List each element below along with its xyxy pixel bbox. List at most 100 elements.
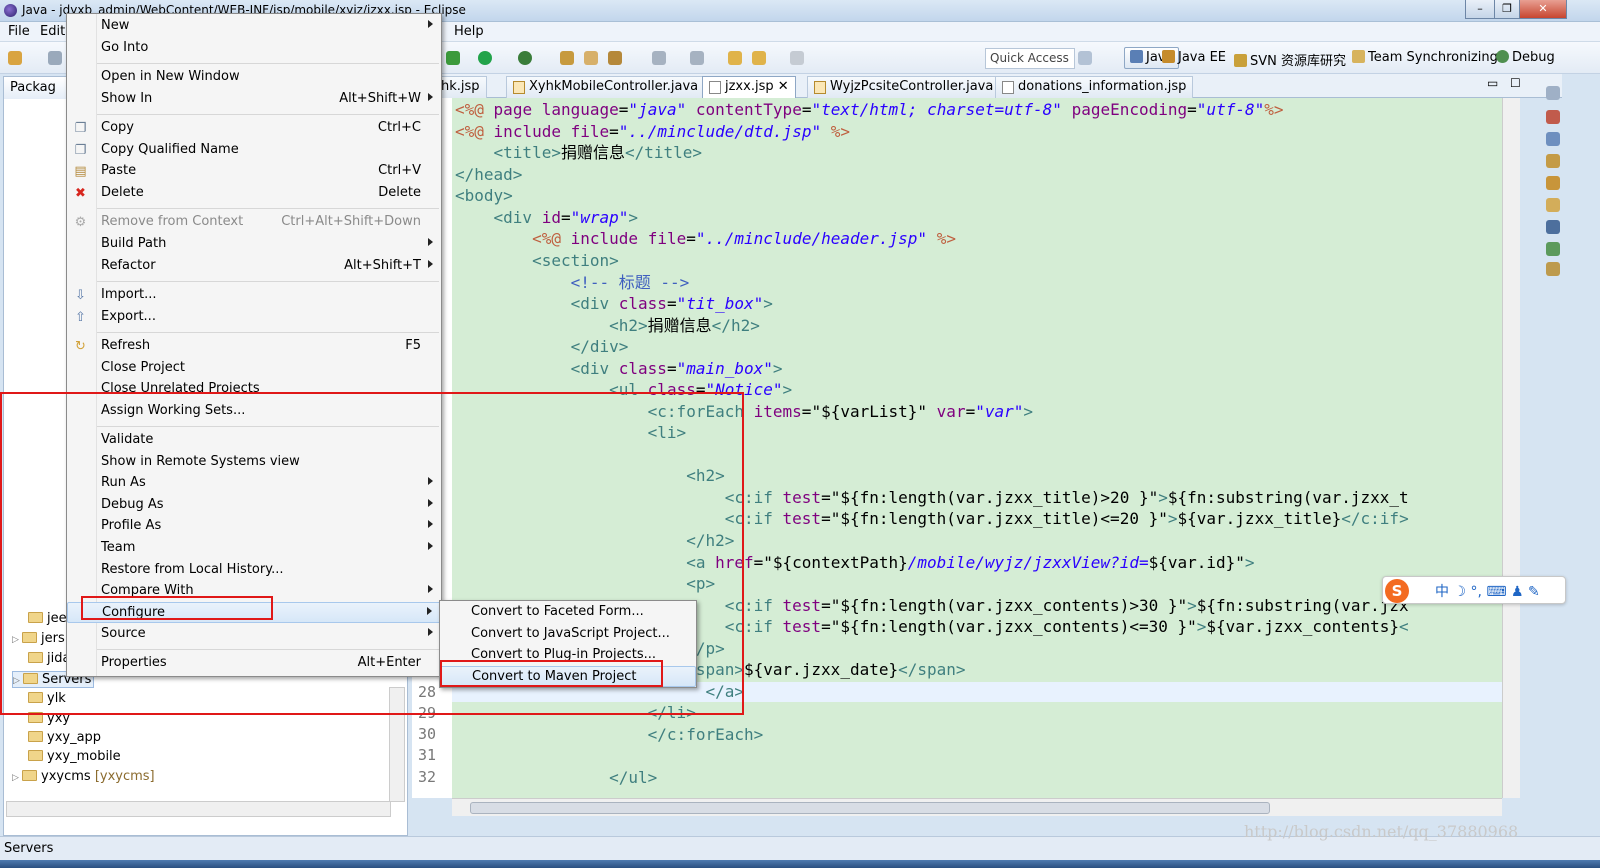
menu-item-open-in-new-window[interactable]: Open in New Window xyxy=(67,67,441,88)
ime-status: 中 ☽ °, ⌨ ♟ ✎ xyxy=(1435,584,1540,600)
annotation-outline-configure xyxy=(81,596,273,620)
package-explorer-horizontal-scrollbar[interactable] xyxy=(6,801,391,817)
javadoc-icon[interactable] xyxy=(1546,132,1560,146)
menu-item-go-into[interactable]: Go Into xyxy=(67,38,441,59)
close-window-button[interactable]: ✕ xyxy=(1519,0,1567,19)
ime-toolbar[interactable]: S 中 ☽ °, ⌨ ♟ ✎ xyxy=(1382,576,1566,604)
debug-view-icon[interactable] xyxy=(1546,242,1560,256)
java-file-icon xyxy=(513,81,525,94)
next-annotation-icon[interactable] xyxy=(652,51,666,65)
menu-item-build-path[interactable]: Build Path xyxy=(67,234,441,255)
menu-item-delete[interactable]: ✖ Delete Delete xyxy=(67,183,441,204)
sogou-logo-icon: S xyxy=(1385,579,1409,603)
open-type-icon[interactable] xyxy=(560,51,574,65)
save-icon[interactable] xyxy=(48,51,62,65)
menu-item-refactor[interactable]: Refactor Alt+Shift+T xyxy=(67,256,441,277)
editor-horizontal-scrollbar[interactable] xyxy=(452,798,1502,816)
menu-item-copy[interactable]: ❐ Copy Ctrl+C xyxy=(67,118,441,139)
open-task-icon[interactable] xyxy=(584,51,598,65)
project-folder-icon xyxy=(28,731,43,742)
line-number: 31 xyxy=(418,746,437,764)
tab-wyjz-pcsite-controller[interactable]: WyjzPcsiteController.java xyxy=(807,76,1001,98)
close-tab-icon[interactable]: ✕ xyxy=(778,79,789,94)
tab-donations-information-jsp[interactable]: donations_information.jsp xyxy=(995,76,1194,98)
back-icon[interactable] xyxy=(752,51,766,65)
console-icon[interactable] xyxy=(1546,220,1560,234)
menu-item-refresh[interactable]: ↻ Refresh F5 xyxy=(67,336,441,357)
project-folder-icon xyxy=(22,770,37,781)
menu-item-copy-qualified-name[interactable]: ❐ Copy Qualified Name xyxy=(67,140,441,161)
code-line: <title>捐赠信息</title> xyxy=(493,143,703,162)
editor-vertical-scrollbar[interactable] xyxy=(1502,98,1520,798)
copy-icon: ❐ xyxy=(74,121,87,136)
search-icon[interactable] xyxy=(608,51,622,65)
outline-icon[interactable] xyxy=(1546,86,1560,100)
status-text: Servers xyxy=(4,841,54,856)
code-line: <div class="main_box"> xyxy=(570,359,783,378)
last-edit-icon[interactable] xyxy=(728,51,742,65)
minimize-button[interactable]: – xyxy=(1465,0,1495,19)
package-explorer-tab[interactable]: Packag xyxy=(4,77,68,99)
code-line: <div class="tit_box"> xyxy=(570,294,773,313)
open-perspective-icon[interactable] xyxy=(1078,51,1092,65)
debug-run-icon[interactable] xyxy=(446,51,460,65)
code-line: <section> xyxy=(532,251,619,270)
menu-item-show-in[interactable]: Show In Alt+Shift+W xyxy=(67,89,441,110)
menu-item-new[interactable]: New xyxy=(67,16,441,37)
tree-item[interactable]: yxy_mobile xyxy=(18,749,121,764)
import-icon: ⇩ xyxy=(75,288,86,303)
editor-tabs: hk.jsp XyhkMobileController.java jzxx.js… xyxy=(412,74,1562,98)
submenu-arrow-icon xyxy=(428,20,433,28)
copy-qualified-icon: ❐ xyxy=(74,143,87,158)
data-source-icon[interactable] xyxy=(1546,198,1560,212)
tree-item[interactable]: ▷ yxycms [yxycms] xyxy=(12,769,155,784)
code-line: <%@ include file="../minclude/header.jsp… xyxy=(532,229,956,248)
menu-help[interactable]: Help xyxy=(454,24,484,39)
tab-jzxx-jsp[interactable]: jzxx.jsp ✕ xyxy=(702,76,796,98)
perspective-svn[interactable]: SVN 资源库研究 xyxy=(1234,50,1346,69)
maximize-editor-icon[interactable]: ☐ xyxy=(1510,76,1521,90)
menu-separator xyxy=(97,208,439,209)
windows-taskbar xyxy=(0,860,1600,868)
code-line: </c:forEach> xyxy=(647,725,764,744)
jsp-file-icon xyxy=(1002,81,1014,94)
code-line: </head> xyxy=(455,165,523,184)
menu-item-paste[interactable]: ▤ Paste Ctrl+V xyxy=(67,161,441,182)
menu-item-export[interactable]: ⇧ Export... xyxy=(67,307,441,328)
code-line: </div> xyxy=(570,337,629,356)
team-sync-icon xyxy=(1352,50,1365,63)
refresh-icon: ↻ xyxy=(75,339,86,354)
menu-separator xyxy=(97,114,439,115)
menu-item-close-project[interactable]: Close Project xyxy=(67,358,441,379)
perspective-team-sync[interactable]: Team Synchronizing xyxy=(1352,50,1498,65)
line-number: 30 xyxy=(418,725,437,743)
menu-edit[interactable]: Edit xyxy=(40,24,65,39)
menu-file[interactable]: File xyxy=(8,24,30,39)
menu-item-import[interactable]: ⇩ Import... xyxy=(67,285,441,306)
menu-item-remove-from-context[interactable]: ⚙ Remove from Context Ctrl+Alt+Shift+Down xyxy=(67,212,441,233)
prev-annotation-icon[interactable] xyxy=(690,51,704,65)
code-line: <%@ include file="../minclude/dtd.jsp" %… xyxy=(455,122,850,141)
code-line: <div id="wrap"> xyxy=(493,208,639,227)
tab-xyhk-mobile-controller[interactable]: XyhkMobileController.java xyxy=(506,76,706,98)
run-external-icon[interactable] xyxy=(518,51,532,65)
quick-access-field[interactable]: Quick Access xyxy=(985,48,1075,69)
servers-icon[interactable] xyxy=(1546,176,1560,190)
new-icon[interactable] xyxy=(8,51,22,65)
declaration-icon[interactable] xyxy=(1546,154,1560,168)
tree-item[interactable]: yxy_app xyxy=(18,730,101,745)
code-line: <%@ page language="java" contentType="te… xyxy=(455,100,1284,119)
line-number: 32 xyxy=(418,768,437,786)
run-icon[interactable] xyxy=(478,51,492,65)
perspective-java-ee[interactable]: Java EE xyxy=(1162,50,1226,65)
submenu-arrow-icon xyxy=(428,238,433,246)
java-file-icon xyxy=(814,81,826,94)
forward-icon[interactable] xyxy=(790,51,804,65)
minimize-editor-icon[interactable]: ▭ xyxy=(1487,76,1498,90)
editor-hscroll-thumb[interactable] xyxy=(470,802,1270,814)
menu-item-close-unrelated-projects[interactable]: Close Unrelated Projects xyxy=(67,379,441,393)
perspective-debug[interactable]: Debug xyxy=(1496,50,1555,65)
problems-icon[interactable] xyxy=(1546,110,1560,124)
maximize-button[interactable]: ❐ xyxy=(1494,0,1520,19)
history-icon[interactable] xyxy=(1546,262,1560,276)
